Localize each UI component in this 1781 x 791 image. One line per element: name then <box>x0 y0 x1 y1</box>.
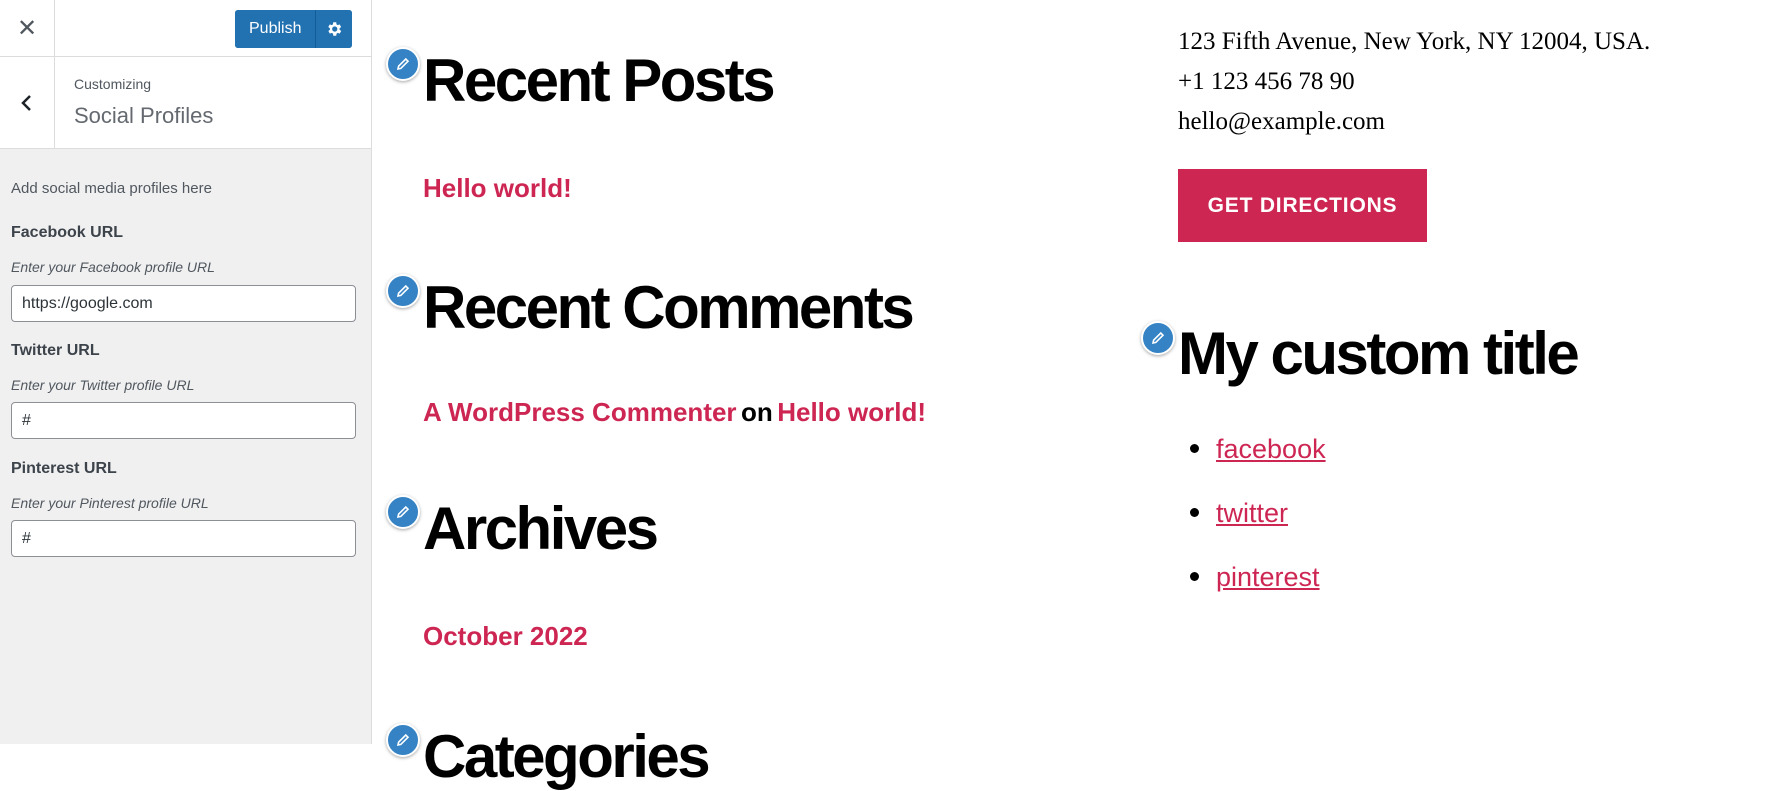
pencil-icon <box>396 57 410 71</box>
breadcrumb: Customizing <box>74 76 152 92</box>
pencil-icon <box>396 733 410 747</box>
twitter-url-label: Twitter URL <box>11 342 100 359</box>
contact-email: hello@example.com <box>1178 108 1385 135</box>
contact-address: 123 Fifth Avenue, New York, NY 12004, US… <box>1178 28 1651 55</box>
twitter-link[interactable]: twitter <box>1216 498 1288 528</box>
comment-post-link[interactable]: Hello world! <box>777 397 926 427</box>
twitter-url-input[interactable] <box>11 402 356 439</box>
bullet <box>1190 508 1199 518</box>
comment-author-link[interactable]: A WordPress Commenter <box>423 397 737 427</box>
recent-post-link[interactable]: Hello world! <box>423 173 572 203</box>
pencil-icon <box>1151 331 1165 345</box>
facebook-url-hint: Enter your Facebook profile URL <box>11 259 215 275</box>
get-directions-button[interactable]: GET DIRECTIONS <box>1178 169 1427 242</box>
pinterest-link[interactable]: pinterest <box>1216 562 1320 592</box>
pencil-icon <box>396 284 410 298</box>
pinterest-url-input[interactable] <box>11 520 356 557</box>
facebook-url-label: Facebook URL <box>11 224 124 241</box>
bullet <box>1190 444 1199 454</box>
edit-shortcut-categories[interactable] <box>386 723 420 757</box>
pinterest-url-label: Pinterest URL <box>11 460 117 477</box>
chevron-left-icon <box>21 94 31 111</box>
publish-settings-button[interactable] <box>315 10 353 48</box>
publish-group: Publish <box>235 10 353 48</box>
close-icon: ✕ <box>16 14 38 42</box>
gear-icon <box>328 22 342 36</box>
widget-title-custom: My custom title <box>1178 320 1580 387</box>
widget-title-recent-posts: Recent Posts <box>423 47 776 114</box>
pinterest-url-hint: Enter your Pinterest profile URL <box>11 495 209 511</box>
contact-phone: +1 123 456 78 90 <box>1178 68 1355 95</box>
section-title: Social Profiles <box>74 103 214 128</box>
comment-on-text: on <box>740 397 773 427</box>
widget-title-recent-comments: Recent Comments <box>423 274 915 341</box>
widget-title-archives: Archives <box>423 495 659 562</box>
section-header: Customizing Social Profiles <box>0 57 371 149</box>
social-list-item: facebook <box>1190 434 1326 465</box>
bullet <box>1190 572 1199 582</box>
section-description: Add social media profiles here <box>11 180 212 197</box>
customizer-header: ✕ Publish <box>0 0 371 57</box>
archive-month-link[interactable]: October 2022 <box>423 621 588 651</box>
pencil-icon <box>396 505 410 519</box>
social-list-item: twitter <box>1190 498 1288 529</box>
edit-shortcut-archives[interactable] <box>386 495 420 529</box>
twitter-url-hint: Enter your Twitter profile URL <box>11 377 195 393</box>
close-button[interactable]: ✕ <box>0 0 55 56</box>
publish-button[interactable]: Publish <box>235 10 316 48</box>
edit-shortcut-recent-posts[interactable] <box>386 47 420 81</box>
widget-title-categories: Categories <box>423 723 711 790</box>
facebook-link[interactable]: facebook <box>1216 434 1326 464</box>
edit-shortcut-custom-widget[interactable] <box>1141 321 1175 355</box>
recent-post-item: Hello world! <box>423 173 572 204</box>
recent-comment-item: A WordPress Commenter on Hello world! <box>423 397 926 428</box>
social-list-item: pinterest <box>1190 562 1320 593</box>
archive-item: October 2022 <box>423 621 588 652</box>
back-button[interactable] <box>0 57 55 148</box>
facebook-url-input[interactable] <box>11 285 356 322</box>
customizer-sidebar: ✕ Publish Customizing Social Profiles Ad… <box>0 0 372 744</box>
edit-shortcut-recent-comments[interactable] <box>386 274 420 308</box>
